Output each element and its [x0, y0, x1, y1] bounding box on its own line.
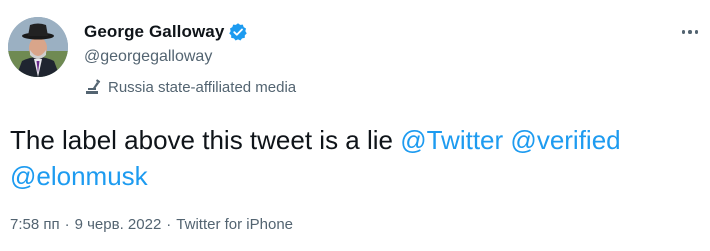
meta-separator: ·	[166, 215, 172, 233]
tweet-text: The label above this tweet is a lie @Twi…	[10, 122, 700, 194]
meta-separator: ·	[64, 215, 70, 233]
verified-badge-icon	[228, 22, 248, 42]
avatar[interactable]	[8, 17, 68, 77]
user-handle[interactable]: @georgegalloway	[84, 48, 212, 66]
display-name[interactable]: George Galloway	[84, 22, 224, 42]
avatar-image	[8, 17, 68, 77]
tweet-body-text: The label above this tweet is a lie	[10, 125, 401, 155]
tweet-source[interactable]: Twitter for iPhone	[176, 216, 293, 233]
state-media-label[interactable]: Russia state-affiliated media	[84, 77, 296, 97]
mention-link[interactable]: @verified	[510, 125, 620, 155]
mention-link[interactable]: @elonmusk	[10, 161, 148, 191]
more-options-icon[interactable]	[676, 20, 704, 44]
mention-link[interactable]: @Twitter	[400, 125, 503, 155]
state-media-label-text: Russia state-affiliated media	[108, 78, 297, 96]
tweet-date[interactable]: 9 черв. 2022	[75, 216, 162, 233]
state-media-icon	[84, 79, 102, 95]
tweet-card: George Galloway @georgegalloway Russia s…	[0, 0, 710, 251]
name-row: George Galloway	[84, 20, 248, 44]
tweet-meta: 7:58 пп · 9 черв. 2022 · Twitter for iPh…	[10, 213, 293, 235]
tweet-time[interactable]: 7:58 пп	[10, 216, 60, 233]
